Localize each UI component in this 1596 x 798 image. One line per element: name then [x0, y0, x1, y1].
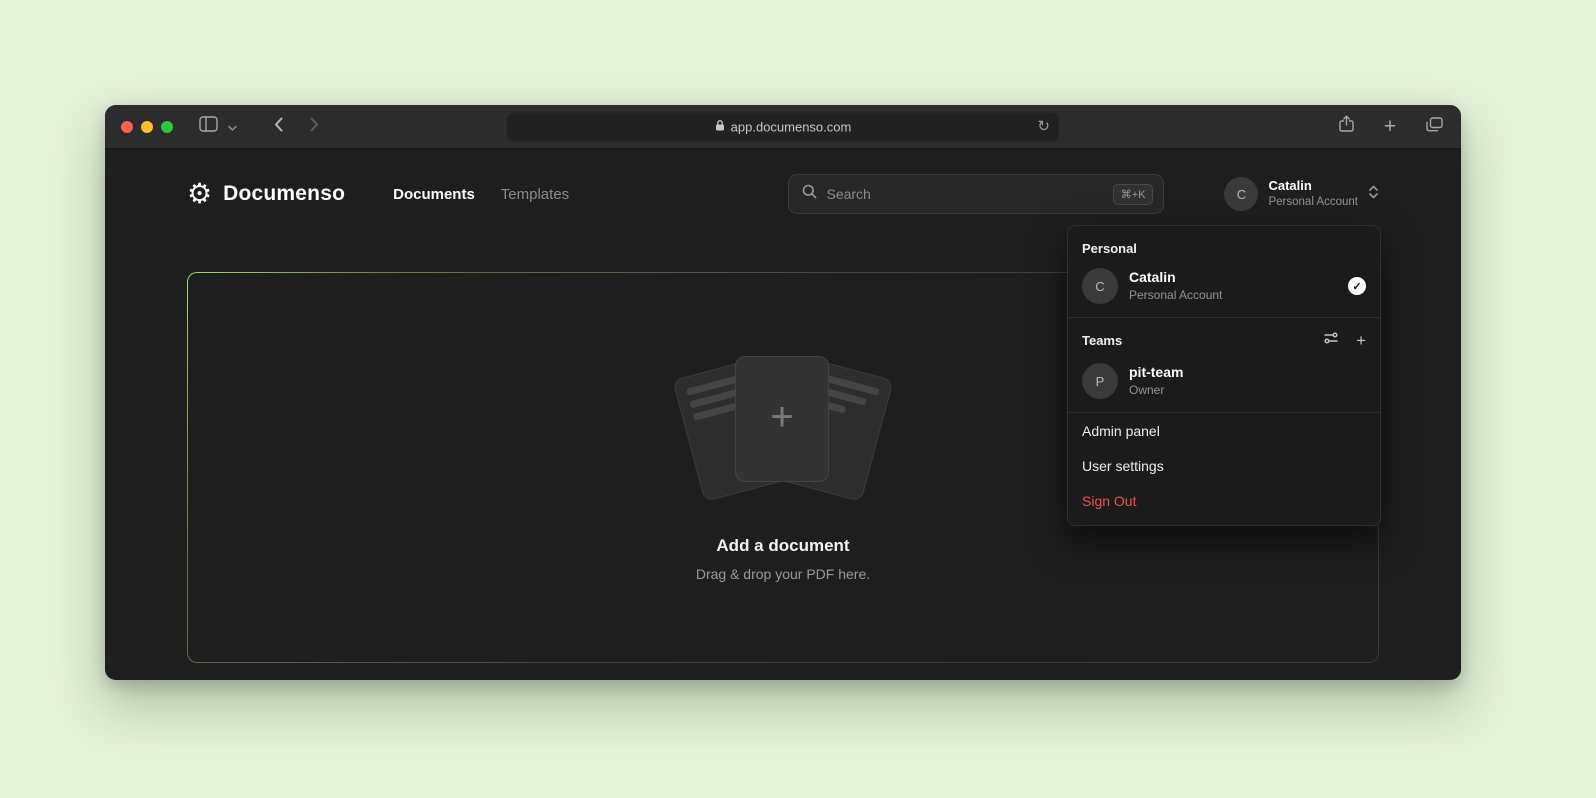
search-box[interactable]: ⌘+K	[788, 174, 1164, 214]
menu-item-team[interactable]: P pit-team Owner	[1068, 359, 1380, 411]
teams-actions: +	[1323, 330, 1366, 351]
nav-item-documents[interactable]: Documents	[393, 186, 475, 203]
account-name: Catalin	[1268, 178, 1358, 195]
menu-divider	[1068, 317, 1380, 318]
toolbar-right-group: +	[1335, 113, 1445, 141]
teams-section-header: Teams +	[1068, 319, 1380, 359]
brand-home-link[interactable]: ⚙ Documenso	[187, 180, 345, 208]
zoom-window-button[interactable]	[161, 121, 173, 133]
menu-divider	[1068, 412, 1380, 413]
search-shortcut-badge: ⌘+K	[1113, 184, 1154, 205]
dropzone-subtitle: Drag & drop your PDF here.	[696, 566, 870, 582]
team-role: Owner	[1129, 382, 1183, 398]
browser-toolbar: app.documenso.com ↻ +	[105, 105, 1461, 149]
primary-nav: Documents Templates	[393, 186, 569, 203]
teams-section-label: Teams	[1082, 333, 1122, 348]
dropzone-title: Add a document	[716, 536, 849, 556]
address-bar[interactable]: app.documenso.com ↻	[507, 112, 1059, 141]
search-icon	[802, 184, 817, 204]
sliders-icon	[1323, 330, 1339, 351]
plus-icon: +	[1384, 116, 1396, 137]
lock-icon	[715, 119, 725, 134]
chevron-updown-icon	[1368, 184, 1379, 205]
minimize-window-button[interactable]	[141, 121, 153, 133]
manage-teams-button[interactable]	[1323, 330, 1339, 351]
share-button[interactable]	[1335, 113, 1357, 141]
documenso-logo-icon: ⚙	[187, 180, 212, 208]
menu-item-admin-panel[interactable]: Admin panel	[1068, 414, 1380, 449]
tabs-icon	[1426, 117, 1443, 137]
brand-title: Documenso	[223, 182, 345, 206]
tab-overview-button[interactable]	[1423, 113, 1445, 141]
chevron-down-icon	[228, 118, 237, 136]
tab-group-menu-button[interactable]	[221, 113, 243, 141]
account-type: Personal Account	[1268, 195, 1358, 210]
document-card-center: +	[735, 356, 829, 482]
sidebar-toggle-button[interactable]	[197, 113, 219, 141]
forward-button[interactable]	[303, 113, 325, 141]
new-tab-button[interactable]: +	[1379, 113, 1401, 141]
sidebar-icon	[199, 116, 218, 137]
personal-subtitle: Personal Account	[1129, 287, 1222, 303]
personal-avatar: C	[1082, 268, 1118, 304]
personal-name: Catalin	[1129, 268, 1222, 287]
plus-icon: +	[1356, 332, 1366, 349]
browser-window: app.documenso.com ↻ + ⚙ Documen	[105, 105, 1461, 680]
selected-check-icon: ✓	[1348, 277, 1366, 295]
team-avatar: P	[1082, 363, 1118, 399]
address-url: app.documenso.com	[731, 119, 852, 134]
account-avatar: C	[1224, 177, 1258, 211]
create-team-button[interactable]: +	[1356, 332, 1366, 349]
search-input[interactable]	[826, 186, 1103, 202]
traffic-lights	[121, 121, 173, 133]
personal-section-label: Personal	[1068, 230, 1380, 264]
back-button[interactable]	[267, 113, 289, 141]
plus-icon: +	[770, 397, 793, 437]
nav-item-templates[interactable]: Templates	[501, 186, 569, 203]
menu-item-user-settings[interactable]: User settings	[1068, 449, 1380, 484]
close-window-button[interactable]	[121, 121, 133, 133]
menu-item-personal-account[interactable]: C Catalin Personal Account ✓	[1068, 264, 1380, 316]
app-page: ⚙ Documenso Documents Templates ⌘+K C Ca…	[105, 149, 1461, 679]
refresh-button[interactable]: ↻	[1037, 119, 1050, 134]
account-dropdown-menu: Personal C Catalin Personal Account ✓ Te…	[1067, 225, 1381, 526]
chevron-right-icon	[310, 117, 319, 137]
team-name: pit-team	[1129, 363, 1183, 382]
menu-item-sign-out[interactable]: Sign Out	[1068, 484, 1380, 519]
account-menu-trigger[interactable]: C Catalin Personal Account	[1224, 177, 1379, 211]
chevron-left-icon	[274, 117, 283, 137]
share-icon	[1339, 115, 1354, 138]
documents-illustration: +	[671, 354, 895, 504]
